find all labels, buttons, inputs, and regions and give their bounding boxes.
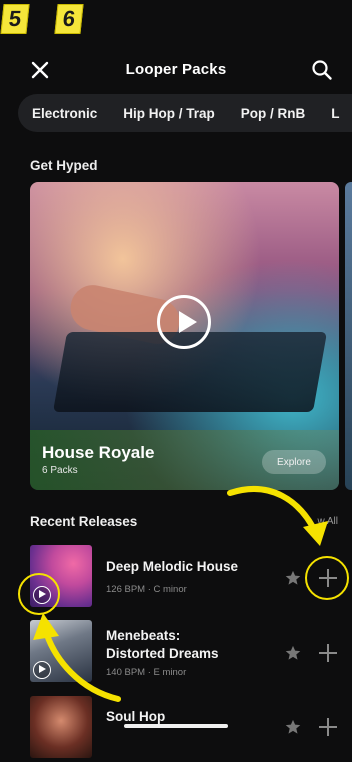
search-icon[interactable] — [310, 58, 334, 82]
star-icon[interactable] — [284, 569, 302, 587]
release-artwork — [30, 696, 92, 758]
release-meta: 140 BPM · E minor — [106, 667, 187, 678]
next-pack-card-peek[interactable] — [345, 182, 352, 490]
release-row[interactable]: Soul Hop — [0, 696, 352, 762]
genre-tabs: Electronic Hip Hop / Trap Pop / RnB L — [18, 94, 352, 132]
release-meta: 126 BPM · C minor — [106, 584, 187, 595]
section-title-recent-releases: Recent Releases — [30, 514, 138, 529]
step-badge: 5 — [0, 4, 30, 34]
page-title: Looper Packs — [125, 61, 227, 78]
add-icon[interactable] — [318, 717, 338, 737]
top-bar: Looper Packs — [0, 52, 352, 88]
play-icon[interactable] — [33, 661, 51, 679]
release-row[interactable]: Menebeats: Distorted Dreams 140 BPM · E … — [0, 620, 352, 686]
home-indicator — [124, 724, 228, 728]
view-all-link[interactable]: w All — [317, 516, 338, 527]
section-title-get-hyped: Get Hyped — [30, 158, 98, 173]
step-badge: 6 — [54, 4, 84, 34]
genre-tab-pop-rnb[interactable]: Pop / RnB — [241, 106, 306, 121]
genre-tab-electronic[interactable]: Electronic — [32, 106, 97, 121]
add-icon[interactable] — [318, 643, 338, 663]
featured-pack-card[interactable]: House Royale 6 Packs Explore — [30, 182, 339, 490]
star-icon[interactable] — [284, 644, 302, 662]
release-title: Menebeats: Distorted Dreams — [106, 627, 219, 663]
highlight-ring-add — [305, 556, 349, 600]
highlight-ring-play — [18, 573, 60, 615]
play-icon[interactable] — [157, 295, 211, 349]
release-title-line: Distorted Dreams — [106, 646, 219, 661]
release-title: Deep Melodic House — [106, 559, 239, 574]
release-artwork — [30, 620, 92, 682]
release-title-line: Menebeats: — [106, 628, 181, 643]
genre-tab-hip-hop-trap[interactable]: Hip Hop / Trap — [123, 106, 215, 121]
star-icon[interactable] — [284, 718, 302, 736]
pack-name: House Royale — [42, 443, 155, 462]
pack-count: 6 Packs — [42, 465, 78, 476]
genre-tab-next[interactable]: L — [331, 106, 339, 121]
explore-button[interactable]: Explore — [262, 450, 326, 474]
